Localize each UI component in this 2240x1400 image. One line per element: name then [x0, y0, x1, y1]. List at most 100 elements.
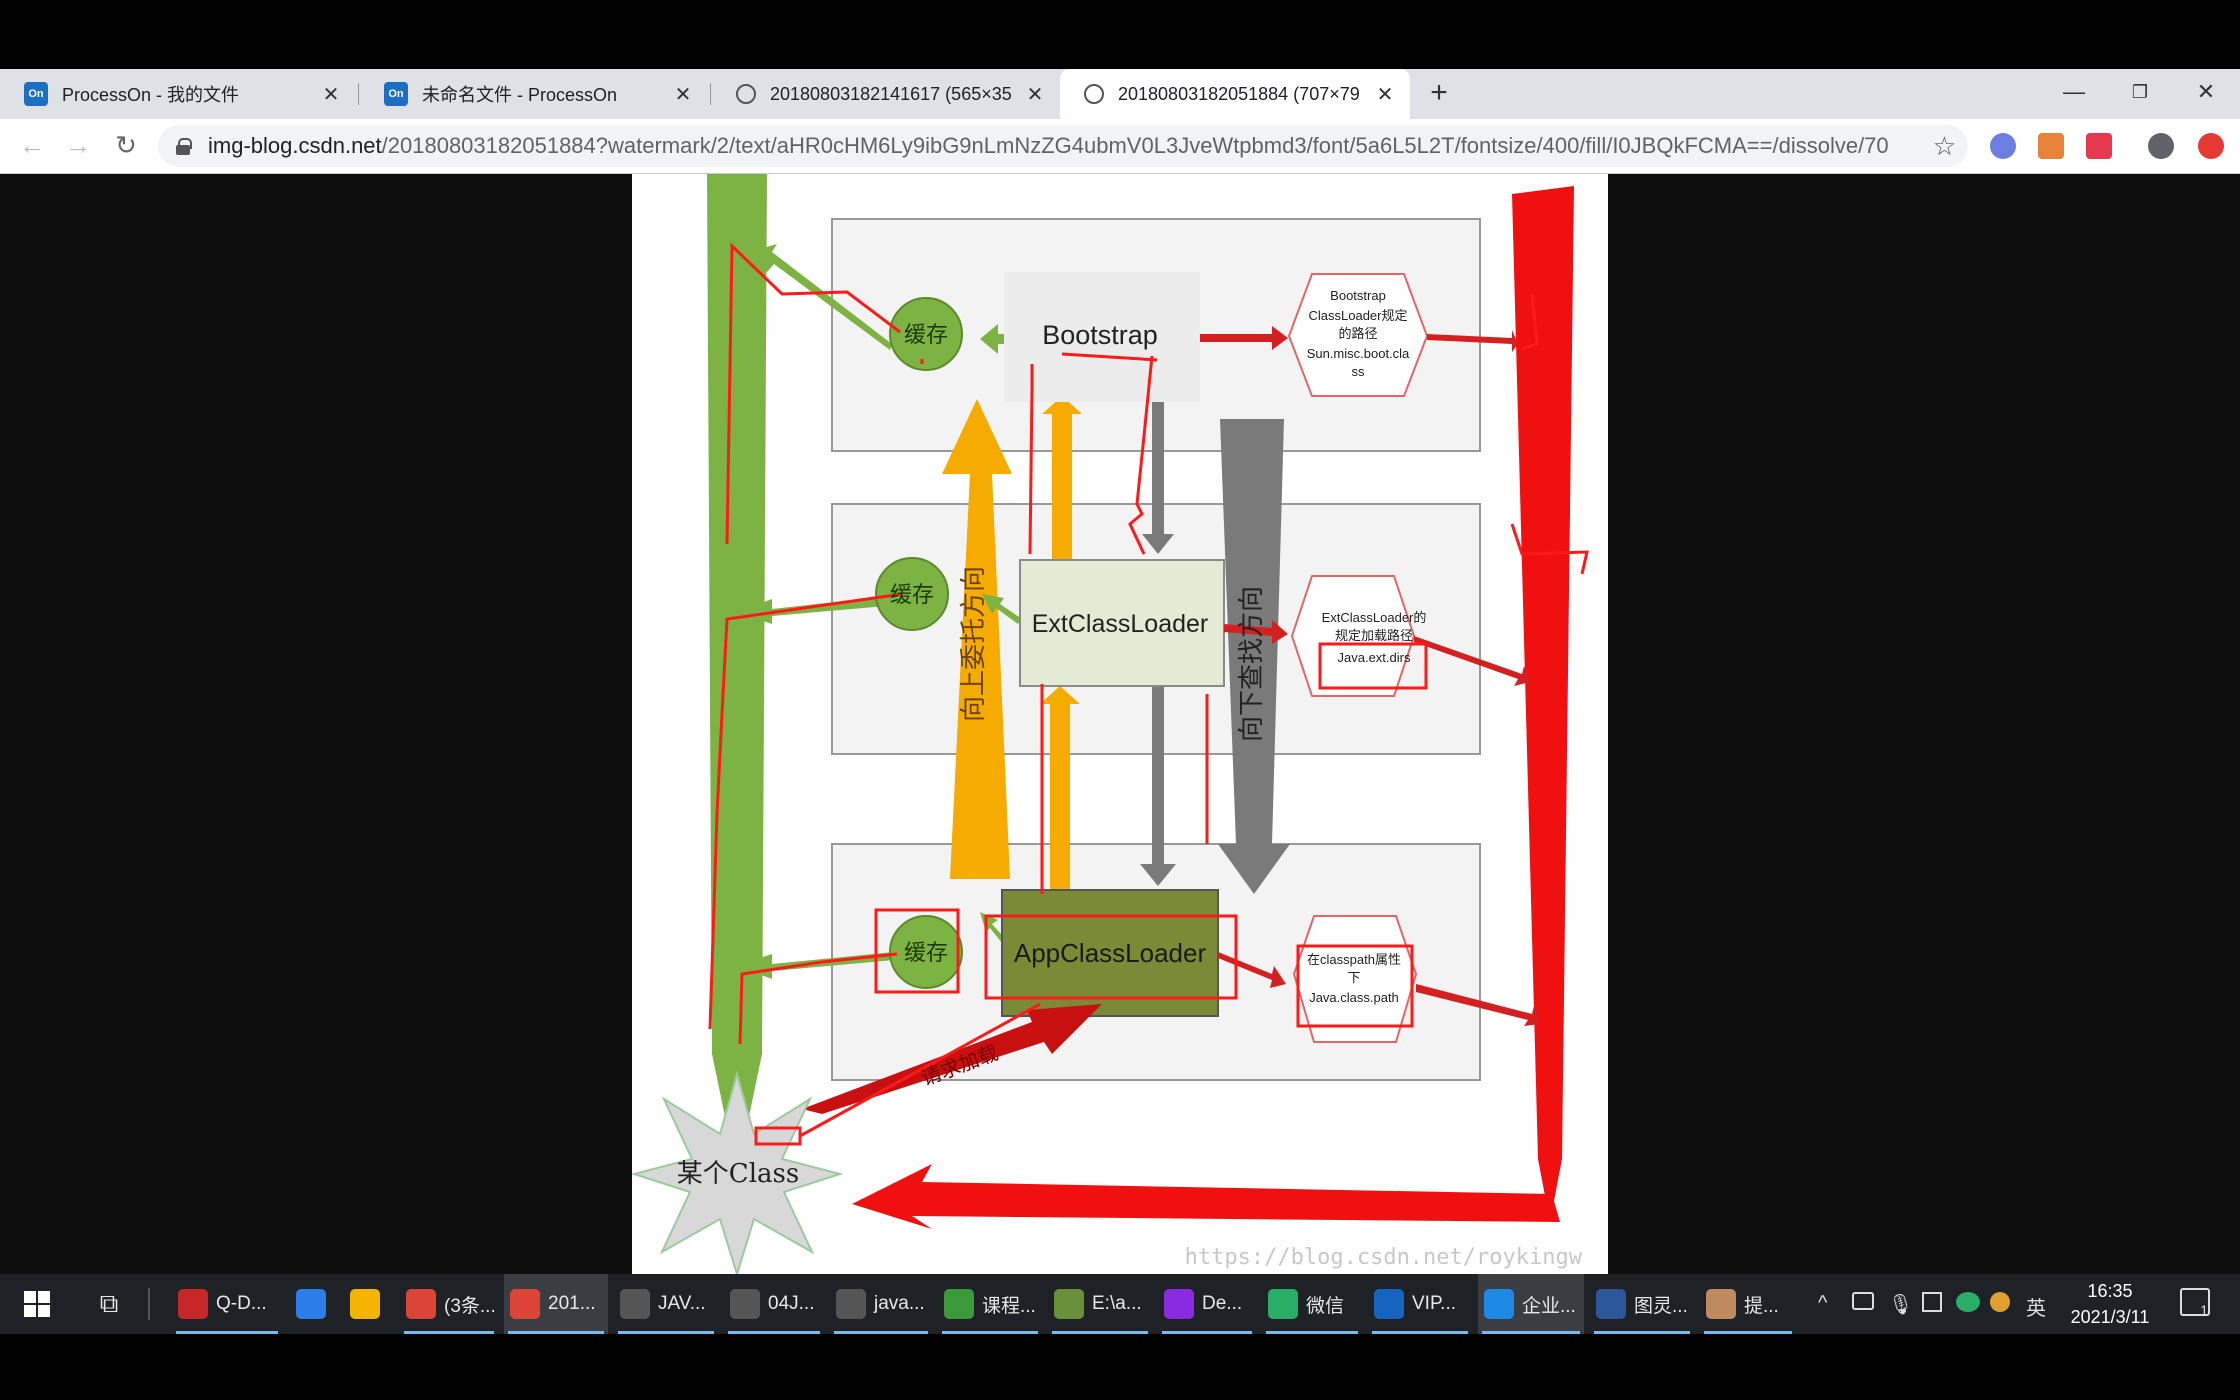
ext-path-line-3: Java.ext.dirs [1338, 650, 1411, 665]
taskbar-item[interactable]: 04J... [724, 1274, 824, 1334]
image-viewer: 缓存 缓存 缓存 Bootstrap ExtClassLoader AppCla… [0, 174, 2240, 1400]
close-icon[interactable]: ✕ [1024, 82, 1046, 107]
taskbar-item[interactable]: 图灵... [1590, 1274, 1694, 1334]
taskbar-item[interactable]: VIP... [1368, 1274, 1472, 1334]
taskbar-item-label: java... [874, 1293, 925, 1314]
taskbar-item[interactable] [290, 1274, 334, 1334]
ext-path-line-2: 规定加载路径 [1335, 628, 1413, 643]
taskbar-item[interactable]: 微信 [1262, 1274, 1362, 1334]
pen-icon [296, 1289, 326, 1319]
typora-icon [730, 1289, 760, 1319]
tab-strip: On ProcessOn - 我的文件 ✕ On 未命名文件 - Process… [0, 69, 2240, 119]
new-tab-button[interactable]: + [1424, 73, 1454, 113]
update-icon[interactable] [2198, 133, 2224, 159]
task-view-icon[interactable]: ⧉ [86, 1274, 132, 1334]
taskbar-item[interactable]: 提... [1700, 1274, 1796, 1334]
taskbar-item[interactable]: JAV... [614, 1274, 718, 1334]
typora-icon [620, 1289, 650, 1319]
intellij-icon [1164, 1289, 1194, 1319]
taskbar-item-label: (3条... [444, 1295, 496, 1317]
taskbar-item[interactable]: (3条... [400, 1274, 498, 1334]
bookmark-star-icon[interactable]: ☆ [1933, 131, 1956, 162]
app-path-line-2: 下 [1347, 970, 1360, 985]
tab-title: 未命名文件 - ProcessOn [422, 85, 618, 105]
globe-icon [736, 84, 756, 104]
app-cache-label: 缓存 [904, 941, 948, 966]
down-search-label: 向下查找方向 [1237, 586, 1267, 742]
taskbar-item[interactable] [344, 1274, 388, 1334]
notification-center-icon[interactable]: 1 [2180, 1288, 2210, 1318]
taskbar-item[interactable]: 企业... [1478, 1274, 1584, 1334]
chrome-icon [406, 1289, 436, 1319]
url-text[interactable]: img-blog.csdn.net/20180803182051884?wate… [208, 133, 1933, 159]
taskbar-item[interactable]: java... [830, 1274, 932, 1334]
taskbar-item[interactable]: 201... [504, 1274, 608, 1334]
minimize-button[interactable]: — [2054, 72, 2094, 112]
right-red-arrow [1512, 186, 1574, 1222]
back-button[interactable]: ← [14, 127, 50, 163]
taskbar-item-label: JAV... [658, 1293, 706, 1314]
processon-icon: On [384, 82, 408, 106]
taskbar-item-label: Q-D... [216, 1293, 267, 1314]
watermark-text: https://blog.csdn.net/roykingw [1185, 1245, 1583, 1270]
tray-network-icon[interactable] [1922, 1292, 1942, 1312]
typora-icon [836, 1289, 866, 1319]
start-button[interactable] [14, 1274, 60, 1334]
reload-button[interactable]: ↻ [108, 127, 144, 163]
tab-1[interactable]: On 未命名文件 - ProcessOn ✕ [360, 69, 708, 119]
profile-avatar-icon[interactable] [2148, 133, 2174, 159]
taskbar-item-label: 微信 [1306, 1295, 1345, 1317]
app-label: AppClassLoader [1014, 938, 1207, 968]
tray-chevron-icon[interactable]: ^ [1818, 1292, 1827, 1315]
ext-label: ExtClassLoader [1032, 610, 1208, 638]
ext-path-line-1: ExtClassLoader的 [1322, 610, 1427, 625]
microphone-icon[interactable]: 🎙 [1888, 1292, 1913, 1317]
ext-cache-label: 缓存 [890, 583, 934, 608]
taskbar-item-label: De... [1202, 1293, 1243, 1314]
taskbar-item[interactable]: Q-D... [172, 1274, 282, 1334]
processon-icon: On [24, 82, 48, 106]
tab-2[interactable]: 20180803182141617 (565×35 ✕ [712, 69, 1060, 119]
taskbar-item[interactable]: 课程... [938, 1274, 1042, 1334]
ime-indicator[interactable]: 英 [2026, 1292, 2046, 1321]
close-icon[interactable]: ✕ [672, 82, 694, 107]
url-path: /20180803182051884?watermark/2/text/aHR0… [381, 133, 1889, 158]
notification-count: 1 [2200, 1302, 2208, 1318]
taskbar-item-label: 课程... [982, 1295, 1036, 1317]
app-path-line-1: 在classpath属性 [1307, 952, 1401, 967]
extension-star-icon[interactable] [2086, 133, 2112, 159]
taskbar-item[interactable]: E:\a... [1048, 1274, 1152, 1334]
close-icon[interactable]: ✕ [1374, 82, 1396, 107]
wechat-icon [1268, 1289, 1298, 1319]
tray-screen-icon[interactable] [1852, 1292, 1874, 1310]
tab-title: 20180803182141617 (565×35 [770, 83, 1012, 104]
address-bar[interactable]: img-blog.csdn.net/20180803182051884?wate… [158, 125, 1968, 167]
app-icon [178, 1289, 208, 1319]
taskbar-item[interactable]: De... [1158, 1274, 1256, 1334]
taskbar-item-label: 04J... [768, 1293, 815, 1314]
taskbar-item-label: VIP... [1412, 1293, 1457, 1314]
tab-3-active[interactable]: 20180803182051884 (707×79 ✕ [1060, 69, 1410, 119]
word-icon [1596, 1289, 1626, 1319]
extension-tree-icon[interactable] [2038, 133, 2064, 159]
extension-check-icon[interactable] [1990, 133, 2016, 159]
diagram-svg: 缓存 缓存 缓存 Bootstrap ExtClassLoader AppCla… [632, 174, 1589, 1274]
boot-path-line-3: 的路径 [1338, 326, 1377, 341]
close-window-button[interactable]: ✕ [2186, 72, 2226, 112]
tab-separator [358, 83, 359, 105]
taskbar-item-label: 图灵... [1634, 1295, 1688, 1317]
boot-path-line-2: ClassLoader规定 [1309, 308, 1408, 323]
bootstrap-label: Bootstrap [1042, 320, 1158, 350]
avatar-icon [1706, 1289, 1736, 1319]
forward-button[interactable]: → [60, 127, 96, 163]
clock[interactable]: 16:35 2021/3/11 [2058, 1278, 2162, 1330]
tab-0[interactable]: On ProcessOn - 我的文件 ✕ [0, 69, 356, 119]
tray-qq-icon[interactable] [1990, 1292, 2010, 1312]
image-icon [1054, 1289, 1084, 1319]
lock-icon [176, 138, 192, 155]
tray-wechat-icon[interactable] [1956, 1292, 1980, 1312]
taskbar-separator [148, 1288, 150, 1320]
restore-button[interactable]: ❐ [2120, 72, 2160, 112]
close-icon[interactable]: ✕ [320, 82, 342, 107]
up-delegate-label: 向上委托方向 [959, 566, 989, 722]
